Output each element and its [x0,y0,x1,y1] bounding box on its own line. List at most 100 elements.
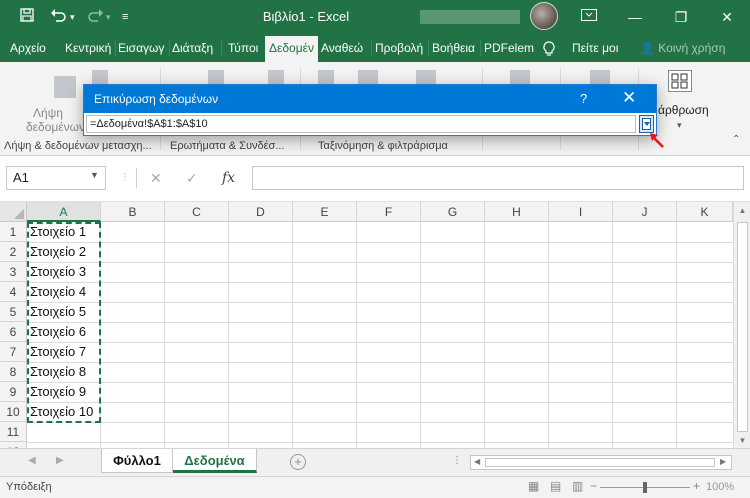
column-header-d[interactable]: D [229,202,293,222]
page-break-view-icon[interactable]: ▥ [572,479,583,493]
window-title: Βιβλίο1 - Excel [262,9,350,24]
scroll-up-icon[interactable]: ▲ [734,206,750,215]
tab-data[interactable]: Δεδομέν [265,34,318,62]
recent-sources-icon[interactable] [208,70,224,84]
column-header-h[interactable]: H [485,202,549,222]
data-validation-dialog: Επικύρωση δεδομένων ? ✕ =Δεδομένα!$A$1:$… [83,84,657,136]
formula-input[interactable] [252,166,744,190]
dialog-title-bar[interactable]: Επικύρωση δεδομένων ? ✕ [84,85,656,113]
person-icon: 👤 [640,41,655,55]
zoom-in-icon[interactable]: + [693,479,700,493]
collapse-ribbon-icon[interactable]: ⌃ [732,134,740,145]
from-text-icon[interactable] [92,70,108,84]
red-arrow-annotation [650,133,664,148]
queries-icon[interactable] [268,70,284,84]
zoom-out-icon[interactable]: − [590,479,597,493]
sheet-tab-sheet1[interactable]: Φύλλο1 [101,449,173,473]
row-header-2[interactable]: 2 [0,242,27,262]
sort-az-icon[interactable] [318,70,334,84]
column-header-k[interactable]: K [677,202,733,222]
outline-icon[interactable] [668,70,692,92]
tab-formulas[interactable]: Τύποι [228,34,258,62]
row-header-8[interactable]: 8 [0,362,27,382]
title-bar: ▾ ▾ ≡ Βιβλίο1 - Excel — ❐ ✕ [0,0,750,34]
zoom-slider-thumb[interactable] [643,482,647,493]
share-button[interactable]: 👤 Κοινή χρήση [640,34,725,62]
tab-help[interactable]: Βοήθεια [432,34,475,62]
vertical-scroll-thumb[interactable] [737,222,748,432]
row-header-4[interactable]: 4 [0,282,27,302]
name-box-dropdown-icon[interactable]: ▼ [90,170,99,180]
horizontal-scroll-thumb[interactable] [485,458,715,467]
column-header-j[interactable]: J [613,202,677,222]
column-header-e[interactable]: E [293,202,357,222]
tab-review[interactable]: Αναθεώ [321,34,363,62]
tab-layout[interactable]: Διάταξη [172,34,213,62]
scroll-down-icon[interactable]: ▼ [734,436,750,445]
ribbon-display-options-icon[interactable] [566,0,612,34]
source-range-input[interactable]: =Δεδομένα!$A$1:$A$10 [86,115,636,133]
tab-pdfelement[interactable]: PDFelem [484,34,534,62]
select-all-button[interactable] [0,202,27,222]
share-label: Κοινή χρήση [658,41,726,55]
tab-split-handle-icon[interactable]: ⋮ [452,455,462,466]
row-header-11[interactable]: 11 [0,422,27,442]
dialog-close-button[interactable]: ✕ [622,88,636,108]
row-header-1[interactable]: 1 [0,222,27,242]
tab-view[interactable]: Προβολή [375,34,423,62]
close-button[interactable]: ✕ [704,0,750,34]
vertical-scrollbar[interactable]: ▲ ▼ [733,202,750,448]
expand-dialog-icon [642,118,651,130]
row-header-5[interactable]: 5 [0,302,27,322]
account-name-blur [420,10,520,24]
column-header-g[interactable]: G [421,202,485,222]
copy-marquee-selection [27,222,101,423]
tab-insert[interactable]: Εισαγωγ [118,34,164,62]
tab-file[interactable]: Αρχείο [10,34,46,62]
enter-formula-button[interactable]: ✓ [186,170,198,186]
formula-bar-area: A1 ▼ ⋮ ✕ ✓ fx [0,156,750,202]
row-header-7[interactable]: 7 [0,342,27,362]
normal-view-icon[interactable]: ▦ [528,479,539,493]
column-header-i[interactable]: I [549,202,613,222]
outline-button[interactable]: άρθρωση [658,103,709,117]
horizontal-scrollbar[interactable]: ◀ ▶ [470,455,732,470]
dialog-title: Επικύρωση δεδομένων [94,92,219,106]
row-header-9[interactable]: 9 [0,382,27,402]
dialog-help-button[interactable]: ? [580,91,587,106]
column-header-a[interactable]: A [27,202,101,222]
restore-button[interactable]: ❐ [658,0,704,34]
column-header-f[interactable]: F [357,202,421,222]
minimize-button[interactable]: — [612,0,658,34]
group-get-transform-label: Λήψη & δεδομένων μετασχη... [4,140,152,152]
formula-bar-grip-icon: ⋮ [120,172,130,183]
add-sheet-button[interactable]: + [290,454,306,470]
sheet-tab-data[interactable]: Δεδομένα [173,449,257,473]
get-data-button-line2: δεδομένων [26,120,86,134]
database-icon [54,76,76,98]
page-layout-view-icon[interactable]: ▤ [550,479,561,493]
tell-me-search[interactable]: Πείτε μοι [572,34,618,62]
status-bar: Υπόδειξη ▦ ▤ ▥ − + 100% [0,476,750,498]
scroll-right-icon[interactable]: ▶ [720,457,726,466]
lightbulb-icon[interactable] [543,34,555,62]
next-sheet-icon[interactable]: ▶ [56,455,64,466]
avatar[interactable] [530,2,558,30]
zoom-level[interactable]: 100% [706,481,734,493]
status-mode: Υπόδειξη [6,481,52,493]
outline-dropdown-icon[interactable]: ▾ [677,120,682,131]
row-header-6[interactable]: 6 [0,322,27,342]
scroll-left-icon[interactable]: ◀ [474,457,480,466]
worksheet-grid[interactable]: A B C D E F G H I J K 1 2 3 4 5 6 7 8 9 … [0,202,750,448]
ribbon-tabs: Αρχείο Κεντρική Εισαγωγ Διάταξη Τύποι Δε… [0,34,750,62]
insert-function-button[interactable]: fx [222,170,235,186]
get-data-button[interactable]: Λήψη [33,106,63,120]
column-header-c[interactable]: C [165,202,229,222]
row-header-10[interactable]: 10 [0,402,27,422]
tab-home[interactable]: Κεντρική [65,34,111,62]
group-sort-filter-label: Ταξινόμηση & φιλτράρισμα [318,140,448,152]
prev-sheet-icon[interactable]: ◀ [28,455,36,466]
column-header-b[interactable]: B [101,202,165,222]
cancel-formula-button[interactable]: ✕ [150,170,162,186]
row-header-3[interactable]: 3 [0,262,27,282]
